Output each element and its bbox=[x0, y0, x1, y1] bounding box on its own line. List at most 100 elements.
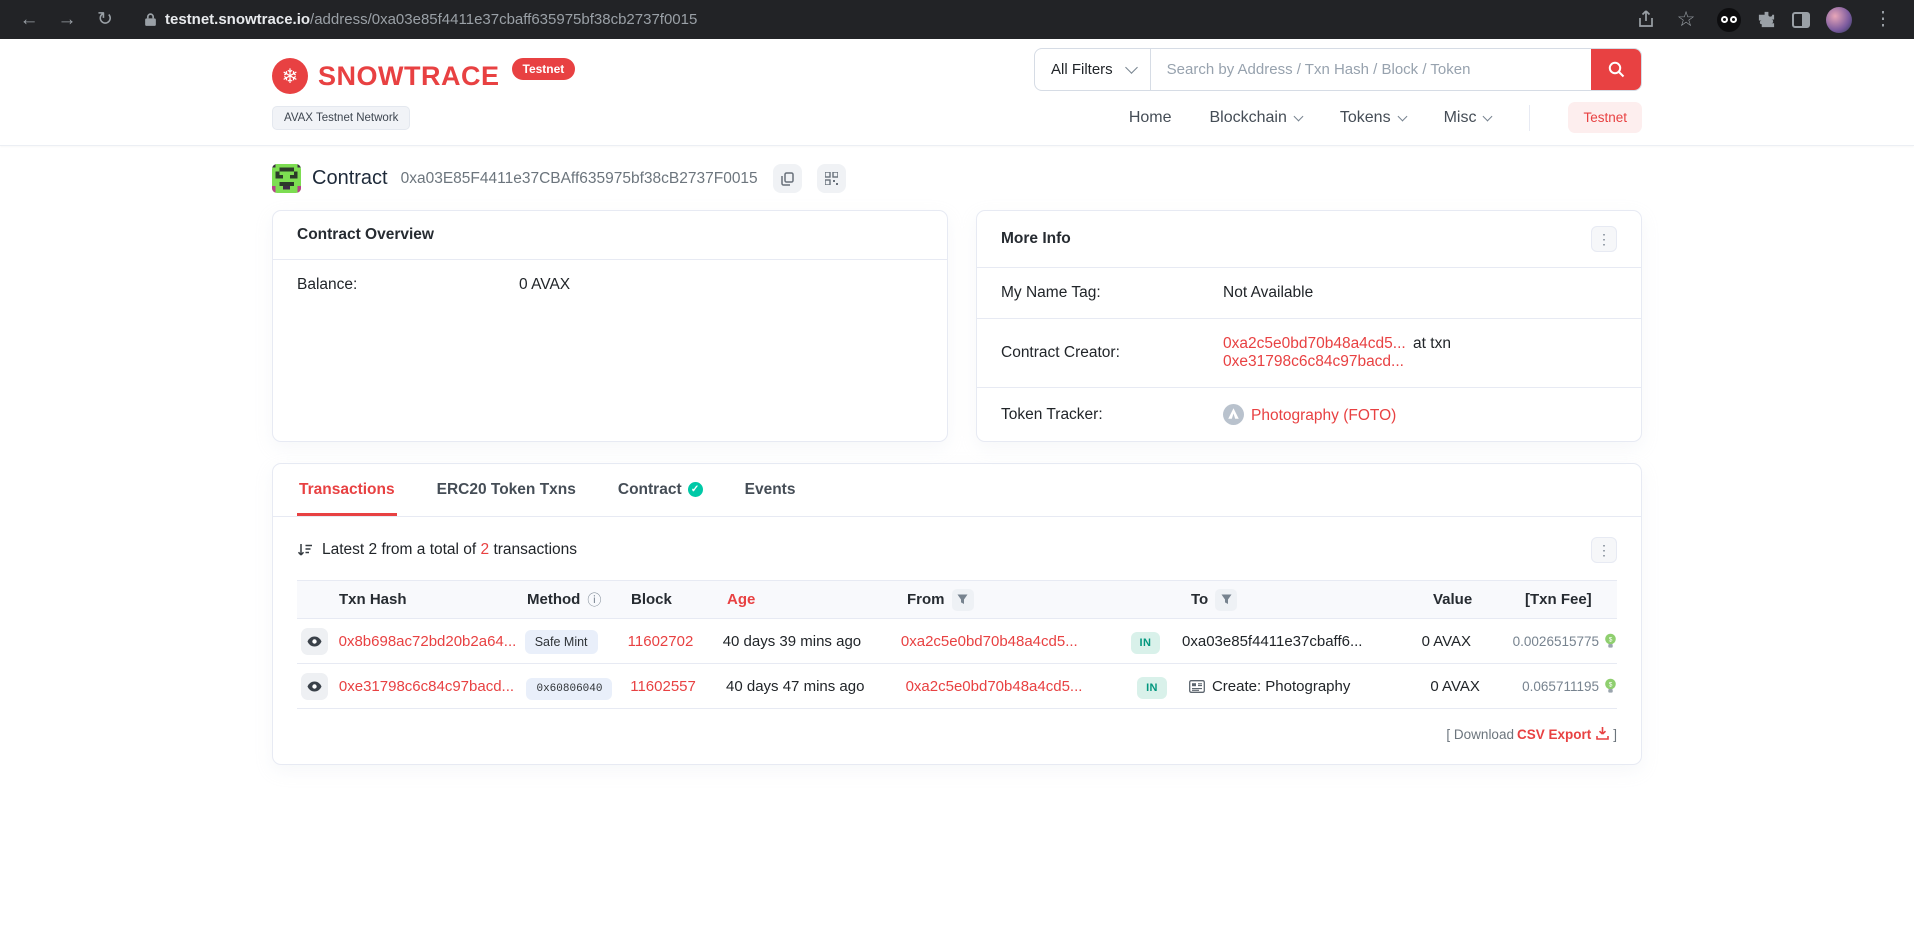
copy-address-button[interactable] bbox=[773, 164, 802, 193]
bookmark-star-icon[interactable]: ☆ bbox=[1671, 5, 1701, 35]
from-address-link[interactable]: 0xa2c5e0bd70b48a4cd5... bbox=[906, 678, 1083, 695]
creation-txn-link[interactable]: 0xe31798c6c84c97bacd... bbox=[1223, 353, 1404, 370]
creator-address-link[interactable]: 0xa2c5e0bd70b48a4cd5... bbox=[1223, 335, 1406, 352]
tx-preview-button[interactable] bbox=[301, 628, 328, 655]
col-txn-fee: [Txn Fee] bbox=[1525, 591, 1617, 608]
table-row: 0x8b698ac72bd20b2a64... Safe Mint 116027… bbox=[297, 619, 1617, 664]
search-button[interactable] bbox=[1591, 49, 1641, 90]
tx-summary-text: Latest 2 from a total of 2 transactions bbox=[322, 541, 577, 559]
txn-hash-link[interactable]: 0x8b698ac72bd20b2a64... bbox=[339, 633, 517, 650]
copy-icon bbox=[781, 172, 794, 186]
snowtrace-logo[interactable]: ❄ SNOWTRACE Testnet bbox=[272, 58, 575, 94]
table-row: 0xe31798c6c84c97bacd... 0x60806040 11602… bbox=[297, 664, 1617, 709]
contract-creation-icon bbox=[1189, 680, 1205, 693]
nav-blockchain[interactable]: Blockchain bbox=[1210, 109, 1302, 127]
tx-total-count: 2 bbox=[481, 541, 490, 558]
overview-card-title: Contract Overview bbox=[297, 226, 434, 244]
share-icon[interactable] bbox=[1637, 10, 1655, 29]
browser-back-icon[interactable]: ← bbox=[14, 5, 44, 35]
tx-preview-button[interactable] bbox=[301, 673, 328, 700]
tab-events[interactable]: Events bbox=[743, 464, 798, 516]
from-filter-button[interactable] bbox=[952, 589, 974, 611]
url-host: testnet.snowtrace.io bbox=[165, 11, 310, 28]
qr-code-button[interactable] bbox=[817, 164, 846, 193]
snowflake-icon: ❄ bbox=[272, 58, 308, 94]
more-info-menu-button[interactable]: ⋮ bbox=[1591, 226, 1617, 252]
chevron-down-icon bbox=[1125, 61, 1138, 74]
search-filter-dropdown[interactable]: All Filters bbox=[1035, 49, 1151, 90]
block-link[interactable]: 11602557 bbox=[630, 678, 696, 695]
info-icon[interactable]: ⓘ bbox=[587, 590, 601, 610]
tab-transactions[interactable]: Transactions bbox=[297, 464, 397, 516]
nav-divider bbox=[1529, 105, 1530, 131]
eye-icon bbox=[307, 681, 322, 692]
page-title: Contract bbox=[312, 167, 388, 190]
col-block: Block bbox=[631, 591, 727, 608]
verified-check-icon: ✓ bbox=[688, 482, 703, 497]
txn-fee: 0.065711195 bbox=[1522, 679, 1599, 694]
brand-testnet-badge: Testnet bbox=[512, 58, 576, 80]
lock-icon bbox=[144, 12, 157, 27]
to-address: Create: Photography bbox=[1212, 678, 1350, 695]
svg-text:$: $ bbox=[1609, 681, 1613, 688]
url-path: /address/0xa03e85f4411e37cbaff635975bf38… bbox=[310, 11, 697, 28]
side-panel-icon[interactable] bbox=[1792, 12, 1810, 28]
browser-chrome: ← → ↻ testnet.snowtrace.io/address/0xa03… bbox=[0, 0, 1914, 39]
from-address-link[interactable]: 0xa2c5e0bd70b48a4cd5... bbox=[901, 633, 1078, 650]
token-tracker-label: Token Tracker: bbox=[1001, 406, 1223, 424]
col-txn-hash: Txn Hash bbox=[339, 591, 527, 608]
block-link[interactable]: 11602702 bbox=[628, 633, 694, 650]
browser-reload-icon[interactable]: ↻ bbox=[90, 5, 120, 35]
col-age-toggle[interactable]: Age bbox=[727, 591, 907, 608]
name-tag-label: My Name Tag: bbox=[1001, 284, 1223, 302]
chevron-down-icon bbox=[1483, 112, 1493, 122]
transactions-table: Txn Hash Method ⓘ Block Age From bbox=[297, 580, 1617, 709]
method-badge: 0x60806040 bbox=[526, 678, 612, 700]
nav-testnet-button[interactable]: Testnet bbox=[1568, 102, 1642, 133]
tab-erc20-token-txns[interactable]: ERC20 Token Txns bbox=[435, 464, 578, 516]
chevron-down-icon bbox=[1397, 112, 1407, 122]
transactions-card: Transactions ERC20 Token Txns Contract ✓… bbox=[272, 463, 1642, 765]
chevron-down-icon bbox=[1293, 112, 1303, 122]
more-info-card-title: More Info bbox=[1001, 230, 1071, 248]
contract-creator-label: Contract Creator: bbox=[1001, 344, 1223, 362]
tab-contract[interactable]: Contract ✓ bbox=[616, 464, 705, 516]
qr-code-icon bbox=[825, 172, 838, 185]
search-bar: All Filters bbox=[1034, 48, 1642, 91]
nav-home[interactable]: Home bbox=[1129, 109, 1172, 127]
value-cell: 0 AVAX bbox=[1422, 633, 1513, 650]
extension-icon[interactable] bbox=[1717, 8, 1741, 32]
nav-tokens[interactable]: Tokens bbox=[1340, 109, 1406, 127]
token-tracker-link[interactable]: Photography (FOTO) bbox=[1251, 407, 1396, 424]
puzzle-extensions-icon[interactable] bbox=[1757, 10, 1776, 29]
tab-bar: Transactions ERC20 Token Txns Contract ✓… bbox=[273, 464, 1641, 517]
site-header: ❄ SNOWTRACE Testnet All Filters A bbox=[0, 39, 1914, 146]
value-cell: 0 AVAX bbox=[1430, 678, 1522, 695]
to-filter-button[interactable] bbox=[1215, 589, 1237, 611]
name-tag-value: Not Available bbox=[1223, 284, 1313, 302]
direction-badge: IN bbox=[1131, 632, 1161, 654]
profile-avatar[interactable] bbox=[1826, 7, 1852, 33]
nav-misc[interactable]: Misc bbox=[1444, 109, 1492, 127]
contract-blockie-avatar bbox=[272, 164, 301, 193]
download-icon[interactable] bbox=[1596, 727, 1609, 740]
col-to: To bbox=[1191, 589, 1433, 611]
tx-table-menu-button[interactable]: ⋮ bbox=[1591, 537, 1617, 563]
browser-menu-icon[interactable]: ⋮ bbox=[1868, 5, 1898, 35]
col-from: From bbox=[907, 589, 1139, 611]
sort-icon[interactable] bbox=[297, 542, 313, 558]
search-input[interactable] bbox=[1151, 49, 1591, 90]
gas-bulb-icon[interactable]: $ bbox=[1604, 678, 1617, 694]
txn-fee: 0.0026515775 bbox=[1513, 634, 1599, 649]
browser-forward-icon[interactable]: → bbox=[52, 5, 82, 35]
gas-bulb-icon[interactable]: $ bbox=[1604, 633, 1617, 649]
balance-label: Balance: bbox=[297, 276, 519, 294]
csv-export-link[interactable]: CSV Export bbox=[1517, 727, 1591, 742]
download-label-close: ] bbox=[1613, 727, 1617, 742]
table-header-row: Txn Hash Method ⓘ Block Age From bbox=[297, 580, 1617, 619]
contract-overview-card: Contract Overview Balance: 0 AVAX bbox=[272, 210, 948, 442]
txn-hash-link[interactable]: 0xe31798c6c84c97bacd... bbox=[339, 678, 514, 695]
address-bar[interactable]: testnet.snowtrace.io/address/0xa03e85f44… bbox=[128, 11, 1629, 29]
contract-address: 0xa03E85F4411e37CBAff635975bf38cB2737F00… bbox=[401, 170, 758, 188]
kebab-icon: ⋮ bbox=[1597, 231, 1611, 248]
